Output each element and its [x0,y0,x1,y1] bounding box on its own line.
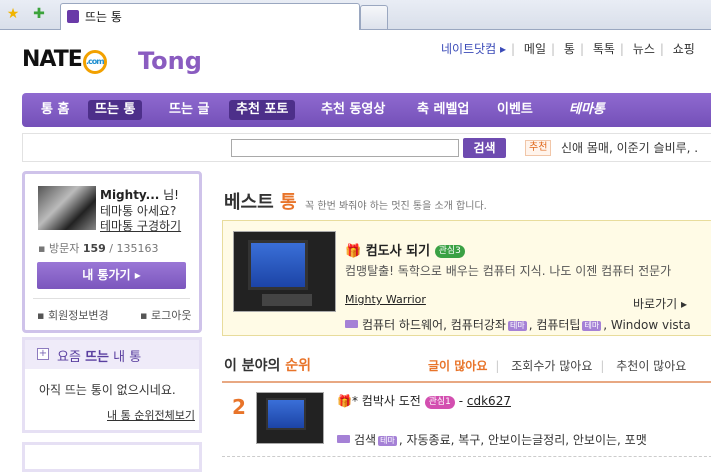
nav-tong-home[interactable]: 통 홈 [34,100,76,120]
hot-tong-header: + 요즘 뜨는 내 통 [25,340,199,369]
top-nav: 네이트닷컴 ▸ | 메일 | 통 | 톡톡 | 뉴스 | 쇼핑 [441,42,695,56]
browser-tab-bar: ★ ✚ 뜨는 통 [0,0,711,30]
search-row: 검색 추천 신애 몸매, 이준기 슬비루, . [22,133,711,162]
favicon-icon [67,10,79,23]
nav-event[interactable]: 이벤트 [490,100,540,120]
go-link[interactable]: 바로가기 ▸ [633,295,687,312]
ranking-title: 이 분야의 순위 [224,358,312,374]
tong-logo[interactable]: Tong [138,47,202,75]
rank-number: 2 [232,395,246,419]
hot-tong-empty-message: 아직 뜨는 통이 없으시네요. [39,383,176,397]
best-tong-title: 베스트 통 [224,192,297,213]
hot-tong-box: + 요즘 뜨는 내 통 아직 뜨는 통이 없으시네요. 내 통 순위전체보기 [22,337,202,433]
username: Mighty... 님! [100,188,179,202]
tab-most-posts[interactable]: 글이 많아요 [428,359,487,373]
logo-com-badge: .com [82,50,107,74]
interest-badge: 관심3 [434,245,465,258]
nav-levelup[interactable]: 축 레벨업 [410,100,476,120]
divider [33,298,190,299]
best-tong-description: 컴맹탈출! 독학으로 배우는 컴퓨터 지식. 나도 이젠 컴퓨터 전문가 [345,264,672,278]
best-tong-thumbnail[interactable] [233,231,336,312]
star-icon[interactable]: ★ [4,5,22,23]
rank-thumbnail[interactable] [256,392,324,444]
best-tong-name[interactable]: 🎁 컴도사 되기 관심3 [345,240,465,259]
recommend-badge: 추천 [525,140,552,156]
nav-theme-tong[interactable]: 테마통 [562,100,612,120]
best-tong-tags: 컴퓨터 하드웨어, 컴퓨터강좌 테마, 컴퓨터팁 테마, Window vista [345,316,691,333]
visitor-count: ▪ 방문자 159 / 135163 [38,242,159,255]
rank-owner-link[interactable]: cdk627 [467,394,511,408]
theme-mini-badge: 테마 [582,321,602,331]
my-tong-button[interactable]: 내 통가기 ▸ [37,262,186,289]
ranking-tabs: 글이 많아요 | 조회수가 많아요 | 추천이 많아요 [428,359,687,373]
theme-mini-badge: 테마 [378,436,397,446]
theme-browse-link[interactable]: 테마통 구경하기 [100,217,181,234]
tab-most-views[interactable]: 조회수가 많아요 [511,359,592,373]
recommend-keywords[interactable]: 신애 몸매, 이준기 슬비루, . [561,139,698,156]
interest-badge: 관심1 [424,396,455,409]
rank-tags: 검색 테마, 자동종료, 복구, 안보이는글정리, 안보이는, 포맷 [337,431,647,448]
tag-icon [345,320,358,328]
topnav-mail[interactable]: 메일 [524,42,546,56]
topnav-shopping[interactable]: 쇼핑 [673,42,695,56]
topnav-tong[interactable]: 통 [564,42,575,56]
search-input[interactable] [231,139,459,157]
monitor-base [262,294,312,306]
browser-tab-active[interactable]: 뜨는 통 [60,3,360,30]
monitor-screen [248,240,308,290]
ranking-all-link[interactable]: 내 통 순위전체보기 [107,407,195,423]
left-bottom-box [22,442,202,472]
nav-hot-tong[interactable]: 뜨는 통 [88,100,143,120]
monitor-screen [266,398,306,430]
tag-icon [337,435,350,443]
new-tab-button[interactable] [360,5,388,29]
topnav-toktok[interactable]: 톡톡 [593,42,615,56]
tab-title: 뜨는 통 [85,10,122,24]
best-tong-owner[interactable]: Mighty Warrior [345,293,426,306]
best-tong-card: 🎁 컴도사 되기 관심3 컴맹탈출! 독학으로 배우는 컴퓨터 지식. 나도 이… [222,220,711,336]
gift-icon: 🎁 [337,394,352,408]
topnav-natecom[interactable]: 네이트닷컴 ▸ [441,42,506,56]
profile-box: Mighty... 님! 테마통 아세요? 테마통 구경하기 ▪ 방문자 159… [22,171,202,333]
best-tong-subtitle: 꼭 한번 봐줘야 하는 멋진 통을 소개 합니다. [305,201,487,212]
add-favorite-icon[interactable]: ✚ [30,5,48,23]
nate-logo[interactable]: NATE .com [22,47,107,74]
avatar[interactable] [38,186,96,230]
profile-edit-link[interactable]: ▪ 회원정보변경 [37,307,109,323]
search-button[interactable]: 검색 [463,138,506,158]
theme-mini-badge: 테마 [507,321,527,331]
gift-icon: 🎁 [345,244,362,259]
nav-hot-posts[interactable]: 뜨는 글 [162,100,216,120]
rank-tong-name[interactable]: 🎁* 컴박사 도전 관심1 - cdk627 [337,392,511,409]
logout-link[interactable]: ▪ 로그아웃 [140,307,191,323]
expand-icon[interactable]: + [37,348,49,360]
tab-most-recommended[interactable]: 추천이 많아요 [616,359,686,373]
ranking-divider [222,381,711,383]
topnav-news[interactable]: 뉴스 [633,42,655,56]
nav-recommended-video[interactable]: 추천 동영상 [314,100,392,120]
hot-tong-title: 요즘 뜨는 내 통 [57,350,142,365]
nav-recommended-photo[interactable]: 추천 포토 [229,100,296,120]
row-separator [222,456,711,457]
main-nav: 통 홈 뜨는 통 뜨는 글 추천 포토 추천 동영상 축 레벨업 이벤트 테마통 [22,93,711,127]
